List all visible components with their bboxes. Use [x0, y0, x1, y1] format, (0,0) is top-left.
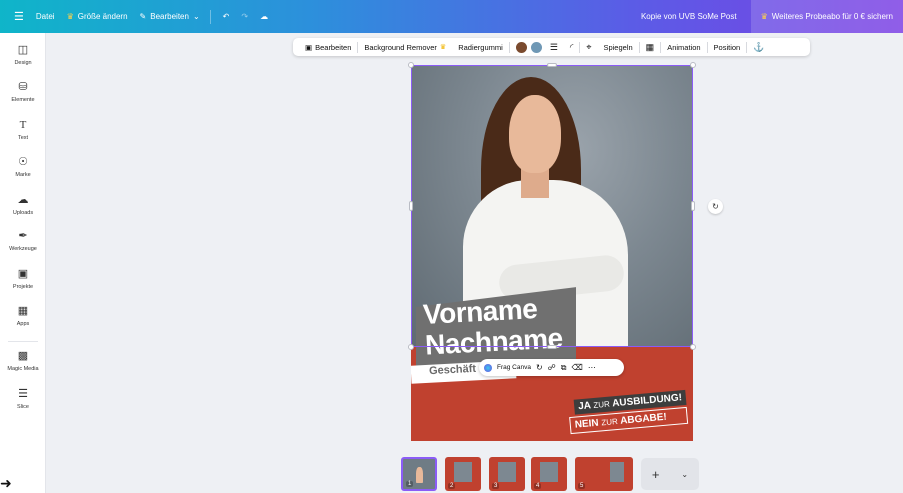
resize-handle-bottom-right[interactable] — [690, 344, 696, 350]
paint-roller-icon[interactable]: ⚓ — [747, 42, 770, 53]
resize-button[interactable]: ♛ Größe ändern — [67, 12, 128, 21]
corner-rounding-icon[interactable]: ◜ — [564, 42, 580, 53]
cloud-upload-icon: ☁ — [17, 194, 29, 206]
image-context-toolbar: ▣ Bearbeiten Background Remover ♛ Radiergu… — [293, 38, 810, 56]
subtitle-text[interactable]: Geschäft — [429, 363, 477, 377]
chevron-down-icon: ⌄ — [192, 12, 200, 21]
folder-icon: ▣ — [17, 268, 29, 280]
crown-icon: ♛ — [439, 44, 447, 51]
add-page-button[interactable]: + ⌄ — [641, 458, 699, 490]
photo-face — [509, 95, 561, 173]
redo-icon[interactable]: ↷ — [241, 12, 248, 21]
resize-handle-bottom-left[interactable] — [408, 344, 414, 350]
cloud-saved-icon[interactable]: ☁ — [260, 12, 268, 21]
edit-image-button[interactable]: ▣ Bearbeiten — [299, 43, 357, 52]
design-page[interactable]: Vorname Nachname Geschäft JA ZUR AUSBILD… — [411, 65, 693, 441]
page-thumbnail-5[interactable]: 5 — [575, 457, 633, 491]
layout-icon: ◫ — [17, 44, 29, 56]
resize-handle-top-left[interactable] — [408, 62, 414, 68]
rotate-icon[interactable]: ↻ — [536, 363, 543, 372]
sidebar-item-design[interactable]: ◫ Design — [0, 43, 46, 66]
trial-button[interactable]: ♛ Weiteres Probeabo für 0 € sichern — [750, 0, 903, 33]
page-thumbnail-2[interactable]: 2 — [445, 457, 481, 491]
document-title[interactable]: Kopie von UVB SoMe Post — [641, 12, 737, 21]
transparency-icon[interactable]: ▦ — [640, 42, 661, 53]
color-swatch-blue[interactable] — [530, 41, 542, 53]
border-style-icon[interactable]: ☰ — [544, 42, 564, 53]
page-thumbnail-3[interactable]: 3 — [489, 457, 525, 491]
eraser-button[interactable]: Radiergummi — [452, 43, 509, 52]
sidebar-item-slice[interactable]: ☰ Slice — [0, 387, 46, 410]
sidebar-item-uploads[interactable]: ☁ Uploads — [0, 193, 46, 216]
pencil-icon: ✎ — [139, 12, 147, 21]
sidebar-item-werkzeuge[interactable]: ✒ Werkzeuge — [0, 229, 46, 252]
duplicate-icon[interactable]: ⧉ — [561, 363, 567, 373]
undo-icon[interactable]: ↶ — [223, 12, 230, 21]
arrow-right-icon: ➜ — [0, 475, 12, 491]
resize-handle-bottom[interactable] — [547, 345, 557, 349]
resize-handle-left[interactable] — [409, 201, 413, 211]
brush-icon: ✒ — [18, 230, 28, 242]
ask-canva-button[interactable]: Frag Canva — [497, 364, 531, 371]
flip-button[interactable]: Spiegeln — [597, 43, 638, 52]
thumb-photo — [498, 462, 516, 483]
file-menu[interactable]: Datei — [36, 12, 55, 21]
slogan-block[interactable]: JA ZUR AUSBILDUNG! NEIN ZUR ABGABE! — [568, 389, 689, 436]
page-thumbnail-1[interactable]: 1 — [401, 457, 437, 491]
divider — [209, 9, 211, 24]
lock-icon[interactable]: ☍ — [548, 363, 556, 372]
brand-icon: ☉ — [18, 156, 28, 168]
resize-handle-top[interactable] — [547, 63, 557, 67]
animation-button[interactable]: Animation — [661, 43, 706, 52]
trash-icon[interactable]: ⌫ — [572, 363, 583, 372]
thumb-photo — [454, 462, 472, 483]
page-thumbnail-4[interactable]: 4 — [531, 457, 567, 491]
edit-mode-button[interactable]: ✎ Bearbeiten ⌄ — [140, 12, 200, 21]
element-floating-toolbar: Frag Canva ↻ ☍ ⧉ ⌫ ⋯ — [479, 359, 624, 376]
thumb-photo — [609, 462, 625, 483]
position-button[interactable]: Position — [708, 43, 747, 52]
crown-icon: ♛ — [66, 12, 74, 21]
resize-handle-top-right[interactable] — [690, 62, 696, 68]
topbar-right: Kopie von UVB SoMe Post ♛ Weiteres Probea… — [641, 0, 903, 33]
text-icon: T — [19, 119, 27, 131]
chevron-down-icon[interactable]: ⌄ — [681, 470, 688, 479]
thumb-person — [415, 466, 423, 483]
hamburger-icon[interactable]: ☰ — [14, 10, 24, 23]
apps-icon: ▦ — [17, 305, 29, 317]
sidebar-item-marke[interactable]: ☉ Marke — [0, 155, 46, 178]
color-swatch-brown[interactable] — [515, 41, 527, 53]
more-options-icon[interactable]: ⋯ — [588, 363, 596, 372]
divider — [508, 41, 510, 53]
background-remover-button[interactable]: Background Remover ♛ — [358, 43, 452, 52]
sidebar-item-magic-media[interactable]: ▩ Magic Media — [0, 349, 46, 372]
left-sidebar: ◫ Design ⛁ Elemente T Text ☉ Marke ☁ Uploads … — [0, 33, 46, 493]
sidebar-divider — [8, 341, 38, 342]
crown-icon: ♛ — [760, 12, 768, 21]
thumb-photo — [540, 462, 558, 483]
rotate-handle-icon[interactable]: ↻ — [708, 199, 723, 214]
sidebar-item-elemente[interactable]: ⛁ Elemente — [0, 80, 46, 103]
canva-ai-icon — [484, 363, 492, 372]
slice-icon: ☰ — [18, 388, 28, 400]
top-bar: ☰ Datei ♛ Größe ändern ✎ Bearbeiten ⌄ ↶ ↷ ☁… — [0, 0, 903, 33]
sidebar-item-apps[interactable]: ▦ Apps — [0, 304, 46, 327]
sidebar-item-projekte[interactable]: ▣ Projekte — [0, 267, 46, 290]
image-edit-icon: ▣ — [305, 42, 313, 52]
crop-icon[interactable]: ⌖ — [580, 42, 597, 53]
magic-media-icon: ▩ — [17, 350, 29, 362]
shapes-icon: ⛁ — [18, 81, 28, 93]
plus-icon: + — [651, 466, 660, 482]
resize-handle-right[interactable] — [691, 201, 695, 211]
sidebar-item-text[interactable]: T Text — [0, 118, 46, 141]
